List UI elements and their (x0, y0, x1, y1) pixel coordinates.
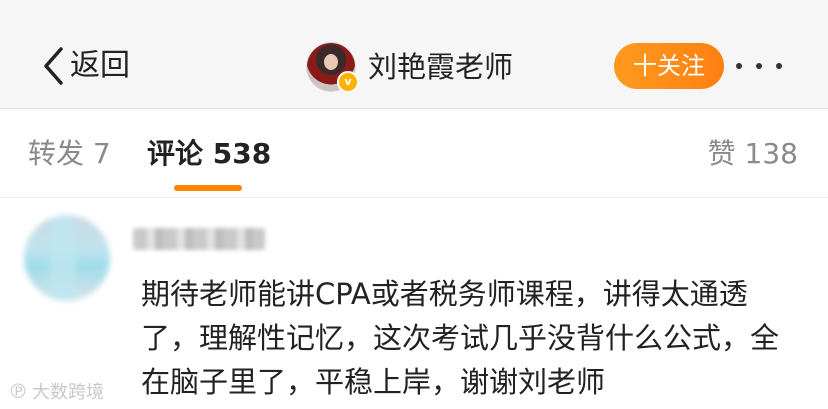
back-button[interactable]: 返回 (42, 44, 130, 88)
tab-like[interactable]: 赞 138 (708, 137, 798, 171)
dot (756, 63, 762, 69)
comment-text: 期待老师能讲CPA或者税务师课程，讲得太通透了，理解性记忆，这次考试几乎没背什么… (141, 277, 780, 399)
profile-name[interactable]: 刘艳霞老师 (368, 43, 513, 91)
avatar[interactable]: v (306, 42, 359, 93)
watermark-text: 大数跨境 (32, 382, 104, 403)
tab-comment[interactable]: 评论 538 (147, 137, 271, 171)
comment-username-blurred[interactable] (133, 228, 265, 250)
more-dots-icon[interactable] (736, 56, 782, 76)
back-label: 返回 (70, 48, 130, 83)
watermark: ℗ 大数跨境 (8, 378, 104, 404)
avatar-face (324, 54, 338, 70)
chevron-left-icon (44, 47, 63, 85)
dot (736, 63, 742, 69)
top-nav-bar: 返回 v 刘艳霞老师 十关注 (0, 0, 828, 109)
watermark-logo-icon: ℗ (8, 379, 28, 403)
verified-badge-icon: v (337, 71, 359, 93)
dot (776, 63, 782, 69)
comment-avatar-blurred[interactable] (24, 215, 110, 301)
follow-button[interactable]: 十关注 (614, 43, 724, 89)
tab-bar: 转发 7 评论 538 赞 138 (0, 109, 828, 198)
active-tab-indicator (174, 185, 242, 191)
tab-repost[interactable]: 转发 7 (28, 137, 111, 171)
profile-header[interactable]: v 刘艳霞老师 (306, 42, 513, 93)
